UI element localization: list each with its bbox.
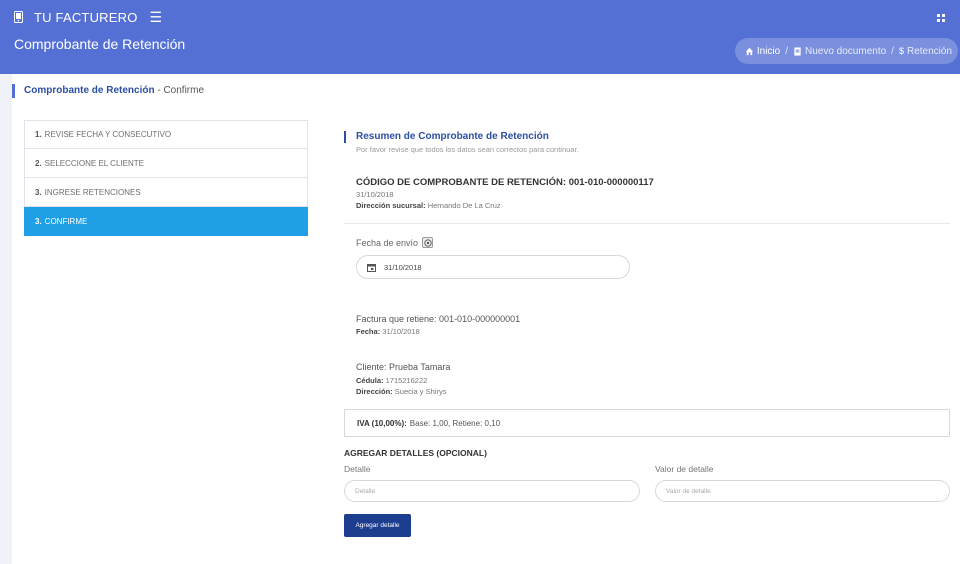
breadcrumb-item-retencion[interactable]: $ Retención [899,46,952,57]
detail-label: Detalle [344,464,371,474]
add-detail-button[interactable]: Agregar detalle [344,514,411,537]
card-accent-bar [12,84,15,98]
invoice-date-label: Fecha: [356,327,381,336]
send-date-value: 31/10/2018 [384,262,422,272]
page-header: Comprobante de Retención Inicio / Nuevo … [0,34,960,74]
card-header-step: - Confirme [154,85,205,96]
client-id: Cédula: 1715216222 [356,376,427,385]
iva-summary: IVA (10,00%): Base: 1,00, Retiene: 0,10 [344,409,950,437]
calendar-icon [367,263,376,272]
card-header-title: Comprobante de Retención [24,85,155,96]
step-number: 1. [35,130,42,139]
apps-icon[interactable] [936,10,946,22]
hamburger-icon[interactable]: ☰ [150,10,163,24]
breadcrumb-separator: / [785,45,788,57]
client-address-value: Suecia y Shirys [394,387,447,396]
summary-subtitle: Por favor revise que todos los datos sea… [356,145,579,154]
invoice-date-value: 31/10/2018 [382,327,420,336]
step-number: 2. [35,158,42,168]
breadcrumb-label: Retención [906,45,952,57]
voucher-date: 31/10/2018 [356,190,394,199]
page-title: Comprobante de Retención [14,36,186,52]
invoice-date: Fecha: 31/10/2018 [356,327,420,336]
card-header: Comprobante de Retención - Confirme [24,85,204,96]
voucher-code: CÓDIGO DE COMPROBANTE DE RETENCIÓN: 001-… [356,177,654,188]
branch-address-label: Dirección sucursal: [356,201,426,210]
client-id-value: 1715216222 [385,376,428,385]
step-confirme[interactable]: 3. CONFIRME [24,207,308,236]
breadcrumb-item-nuevo-documento[interactable]: Nuevo documento [793,46,886,57]
breadcrumb-label: Inicio [756,45,781,57]
send-date-label-text: Fecha de envío [356,237,419,248]
client-id-label: Cédula: [356,376,384,385]
summary-title: Resumen de Comprobante de Retención [356,131,549,142]
breadcrumb-item-inicio[interactable]: Inicio [745,46,780,57]
send-date-label: Fecha de envío [356,237,434,248]
step-number: 3. [35,216,42,226]
client-address-label: Dirección: [356,387,393,396]
step-label: REVISE FECHA Y CONSECUTIVO [44,130,172,139]
client-name: Cliente: Prueba Tamara [356,362,451,372]
help-icon[interactable] [422,237,434,248]
detail-value-input[interactable] [655,480,950,502]
breadcrumb-label: Nuevo documento [805,45,887,57]
step-seleccione-cliente[interactable]: 2. SELECCIONE EL CLIENTE [24,149,308,178]
client-address: Dirección: Suecia y Shirys [356,387,446,396]
detail-value-label: Valor de detalle [655,464,714,474]
summary-accent-bar [344,131,346,143]
invoice-retained: Factura que retiene: 001-010-000000001 [356,314,521,324]
iva-label: IVA (10,00%): [357,418,407,428]
main-card: Comprobante de Retención - Confirme 1. RE… [12,74,960,564]
step-label: CONFIRME [44,216,88,226]
dollar-icon: $ [898,46,904,56]
send-date-field[interactable]: 31/10/2018 [356,255,630,279]
top-navbar: TU FACTURERO ☰ [0,0,960,34]
detail-input[interactable] [344,480,640,502]
branch-address-value: Hernando De La Cruz [427,201,501,210]
divider [344,223,950,224]
step-label: SELECCIONE EL CLIENTE [44,158,144,168]
breadcrumb-separator: / [891,45,894,57]
home-icon [745,47,753,55]
step-label: INGRESE RETENCIONES [44,187,141,197]
breadcrumb: Inicio / Nuevo documento / $ Retención [734,38,958,64]
branch-address: Dirección sucursal: Hernando De La Cruz [356,201,501,210]
phone-icon [12,10,24,24]
step-revise-fecha[interactable]: 1. REVISE FECHA Y CONSECUTIVO [24,120,308,149]
step-number: 3. [35,187,42,197]
wizard-steps: 1. REVISE FECHA Y CONSECUTIVO 2. SELECCION… [24,120,308,236]
document-icon [794,46,801,56]
add-details-title: AGREGAR DETALLES (OPCIONAL) [344,448,487,458]
iva-value: Base: 1,00, Retiene: 0,10 [409,418,501,428]
app-name[interactable]: TU FACTURERO [34,10,138,25]
step-ingrese-retenciones[interactable]: 3. INGRESE RETENCIONES [24,178,308,207]
